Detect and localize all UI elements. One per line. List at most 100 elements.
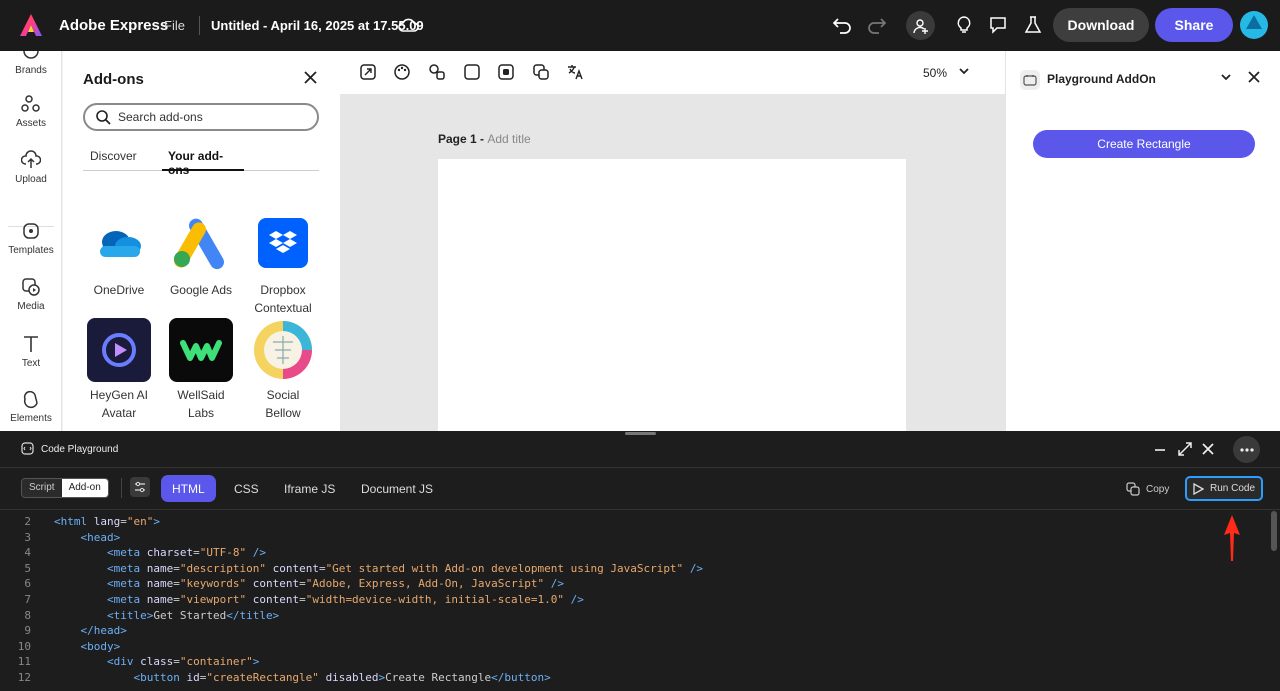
download-button[interactable]: Download	[1053, 8, 1149, 42]
redo-icon[interactable]	[865, 13, 889, 37]
line-number: 5	[24, 562, 31, 575]
addon-card-social-bellow[interactable]: Social Bellow	[242, 318, 324, 422]
addon-card-heygen[interactable]: HeyGen AI Avatar	[78, 318, 160, 422]
card-label: OneDrive	[93, 283, 145, 297]
more-options-icon[interactable]	[1233, 436, 1260, 463]
addon-card-dropbox[interactable]: Dropbox Contextual	[242, 211, 324, 317]
tab-your-addons[interactable]: Your add-ons	[162, 149, 244, 177]
divider	[121, 478, 122, 498]
rail-label: Upload	[15, 174, 47, 185]
brand-icon	[21, 51, 41, 61]
code-line: <title>Get Started</title>	[106, 609, 280, 622]
canvas-page[interactable]	[438, 159, 906, 431]
document-title[interactable]: Untitled - April 16, 2025 at 17.55.09	[211, 18, 424, 33]
mode-script[interactable]: Script	[22, 479, 62, 497]
close-icon[interactable]	[1248, 71, 1260, 83]
resize-handle[interactable]	[625, 432, 656, 435]
search-icon	[96, 109, 111, 125]
page-label[interactable]: Page 1 - Add title	[438, 132, 531, 146]
code-line: <meta charset="UTF-8" />	[106, 546, 266, 559]
scrollbar[interactable]	[1271, 511, 1277, 551]
rail-item-text[interactable]: Text	[0, 334, 62, 369]
copy-button[interactable]: Copy	[1126, 482, 1169, 496]
playground-addon-panel: Playground AddOn Create Rectangle	[1005, 51, 1280, 431]
rail-label: Text	[21, 358, 41, 369]
addon-card-onedrive[interactable]: OneDrive	[78, 211, 160, 299]
tab-iframe-js[interactable]: Iframe JS	[273, 475, 346, 502]
run-code-button[interactable]: Run Code	[1185, 476, 1263, 501]
close-icon[interactable]	[304, 71, 317, 84]
addon-tabs: Discover Your add-ons	[83, 149, 319, 177]
line-number: 8	[24, 609, 31, 622]
close-icon[interactable]	[1202, 443, 1214, 455]
duplicate-icon[interactable]	[532, 63, 550, 81]
crop-icon[interactable]	[497, 63, 515, 81]
shapes-icon[interactable]	[428, 63, 446, 81]
tab-html[interactable]: HTML	[161, 475, 216, 502]
app-name: Adobe Express	[59, 17, 169, 34]
tab-document-js[interactable]: Document JS	[350, 475, 444, 502]
top-bar: Adobe Express File Untitled - April 16, …	[0, 0, 1280, 51]
mode-addon[interactable]: Add-on	[61, 479, 108, 497]
code-editor[interactable]: 2 3 4 5 6 7 8 9 10 11 12 <html lang="en"…	[0, 511, 1270, 691]
search-placeholder: Search add-ons	[118, 110, 203, 124]
rail-item-upload[interactable]: Upload	[0, 150, 62, 185]
tab-discover[interactable]: Discover	[90, 149, 137, 171]
page-number: Page 1 -	[438, 132, 488, 146]
run-label: Run Code	[1209, 483, 1256, 494]
lightbulb-icon[interactable]	[952, 13, 976, 37]
file-menu[interactable]: File	[164, 18, 185, 33]
rail-item-media[interactable]: Media	[0, 277, 62, 312]
addons-panel: Add-ons Search add-ons Discover Your add…	[63, 51, 340, 431]
copy-icon	[1126, 482, 1146, 496]
search-input[interactable]: Search add-ons	[83, 103, 319, 131]
avatar[interactable]	[1240, 11, 1268, 39]
card-label: WellSaid	[177, 388, 225, 402]
rail-item-elements[interactable]: Elements	[0, 389, 62, 424]
card-label-2: Contextual	[254, 301, 312, 315]
cloud-sync-icon[interactable]	[397, 15, 419, 35]
chevron-down-icon[interactable]	[1220, 71, 1232, 83]
minimize-icon[interactable]	[1153, 443, 1167, 457]
addon-card-wellsaid[interactable]: WellSaid Labs	[160, 318, 242, 422]
playground-title: Code Playground	[41, 444, 119, 455]
left-rail: Brands Assets Upload Templates Media Tex…	[0, 51, 62, 431]
line-number: 7	[24, 593, 31, 606]
zoom-level[interactable]: 50%	[923, 66, 947, 80]
code-line: <html lang="en">	[54, 515, 160, 528]
resize-icon[interactable]	[359, 63, 377, 81]
templates-icon	[21, 221, 41, 241]
comment-icon[interactable]	[986, 13, 1010, 37]
square-icon[interactable]	[463, 63, 481, 81]
translate-icon[interactable]	[566, 63, 584, 81]
palette-icon[interactable]	[393, 63, 411, 81]
google-ads-icon	[169, 211, 233, 275]
code-line: <body>	[80, 640, 121, 653]
share-button[interactable]: Share	[1155, 8, 1233, 42]
rail-item-brands[interactable]: Brands	[0, 51, 62, 76]
addon-card-google-ads[interactable]: Google Ads	[160, 211, 242, 299]
rail-label: Brands	[15, 65, 47, 76]
panel-title: Add-ons	[83, 71, 144, 88]
canvas-toolbar: 50%	[340, 51, 1005, 94]
undo-icon[interactable]	[830, 13, 854, 37]
rail-item-assets[interactable]: Assets	[0, 94, 62, 129]
page-title-placeholder[interactable]: Add title	[487, 132, 530, 146]
card-label: HeyGen AI	[89, 388, 149, 402]
settings-sliders-icon[interactable]	[130, 477, 150, 497]
mode-toggle: Script Add-on	[21, 478, 109, 498]
addon-icon	[1020, 70, 1040, 90]
expand-icon[interactable]	[1178, 442, 1192, 456]
chevron-down-icon[interactable]	[958, 65, 970, 77]
card-label-2: Avatar	[101, 406, 137, 420]
create-rectangle-button[interactable]: Create Rectangle	[1033, 130, 1255, 158]
card-label: Dropbox	[260, 283, 306, 297]
tab-css[interactable]: CSS	[223, 475, 270, 502]
beaker-icon[interactable]	[1021, 13, 1045, 37]
line-number: 11	[17, 655, 31, 668]
adobe-express-logo-icon[interactable]	[19, 13, 43, 37]
rail-item-templates[interactable]: Templates	[0, 221, 62, 256]
invite-user-icon[interactable]	[906, 11, 935, 40]
canvas-area: 50% Page 1 - Add title	[340, 51, 1005, 431]
wellsaid-icon	[169, 318, 233, 382]
